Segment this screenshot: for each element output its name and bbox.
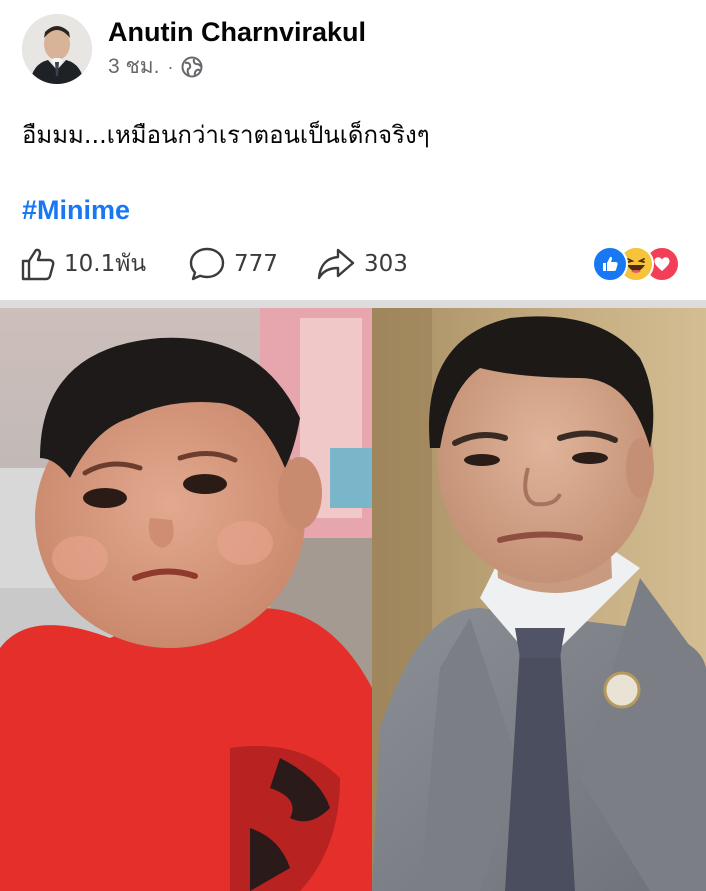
author-avatar[interactable] [22,14,92,84]
globe-icon[interactable] [181,56,203,78]
like-count: 10.1พัน [64,251,147,277]
post-text: อืมมม...เหมือนกว่าเราตอนเป็นเด็กจริงๆ [22,121,430,149]
section-divider [0,300,706,308]
like-button[interactable]: 10.1พัน [20,242,146,286]
facebook-post: Anutin Charnvirakul 3 ชม. · อืมมม...เหมื… [0,0,706,891]
comment-button[interactable]: 777 [188,242,278,286]
engagement-bar: 10.1พัน 777 303 [20,242,686,286]
comment-bubble-icon [189,247,225,281]
post-header: Anutin Charnvirakul 3 ชม. · [22,14,366,88]
thumbs-up-icon [21,248,55,281]
author-name[interactable]: Anutin Charnvirakul [108,16,366,48]
post-meta: Anutin Charnvirakul 3 ชม. · [108,16,366,80]
post-photo[interactable] [0,308,706,891]
comment-count: 777 [234,251,278,277]
hashtag-link[interactable]: #Minime [22,194,130,226]
share-count: 303 [364,251,408,277]
share-button[interactable]: 303 [316,242,408,286]
share-arrow-icon [317,248,355,280]
reaction-summary[interactable] [592,246,682,282]
post-subline: 3 ชม. · [108,54,366,80]
post-timestamp[interactable]: 3 ชม. [108,54,159,80]
like-reaction-icon [592,246,628,282]
meta-separator: · [167,57,174,77]
